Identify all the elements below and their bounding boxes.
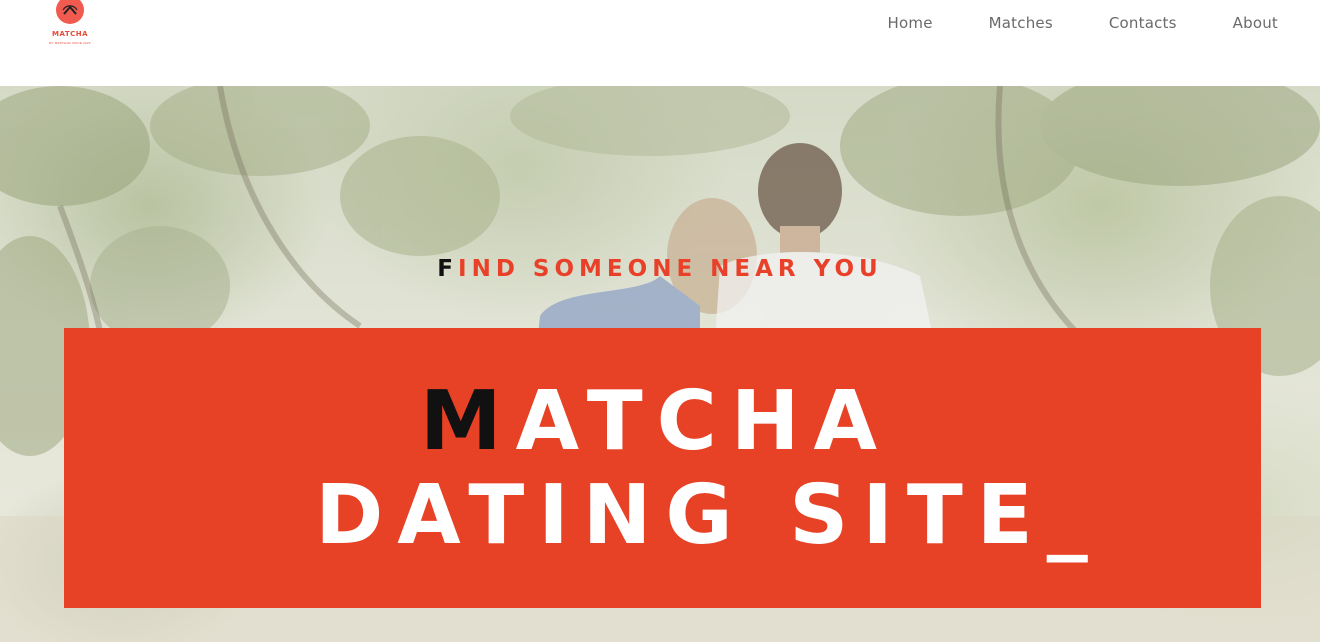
hero-tagline-initial: F — [437, 256, 459, 282]
nav-contacts[interactable]: Contacts — [1109, 14, 1177, 34]
nav-home[interactable]: Home — [888, 14, 933, 34]
hero-tagline-rest: IND SOMEONE NEAR YOU — [458, 256, 883, 282]
logo-name: MATCHA — [51, 30, 89, 38]
hero-title-initial: M — [420, 374, 516, 469]
hero-title-box: MATCHA DATING SITE_ — [64, 328, 1261, 608]
hero-title-line2: DATING SITE_ — [315, 468, 1102, 563]
logo-icon — [56, 0, 84, 24]
nav-about[interactable]: About — [1233, 14, 1278, 34]
logo[interactable]: MATCHA BY MARTHAR SINCE 2020 — [44, 0, 96, 48]
hero-title-line1-rest: ATCHA — [515, 374, 891, 469]
logo-tagline: BY MARTHAR SINCE 2020 — [49, 41, 91, 45]
hero-section: FIND SOMEONE NEAR YOU MATCHA DATING SITE… — [0, 86, 1320, 642]
hero-tagline: FIND SOMEONE NEAR YOU — [0, 256, 1320, 282]
hero-title-line1: MATCHA — [64, 374, 1261, 469]
main-nav: Home Matches Contacts About — [888, 14, 1278, 34]
site-header: MATCHA BY MARTHAR SINCE 2020 Home Matche… — [0, 0, 1320, 86]
nav-matches[interactable]: Matches — [989, 14, 1053, 34]
